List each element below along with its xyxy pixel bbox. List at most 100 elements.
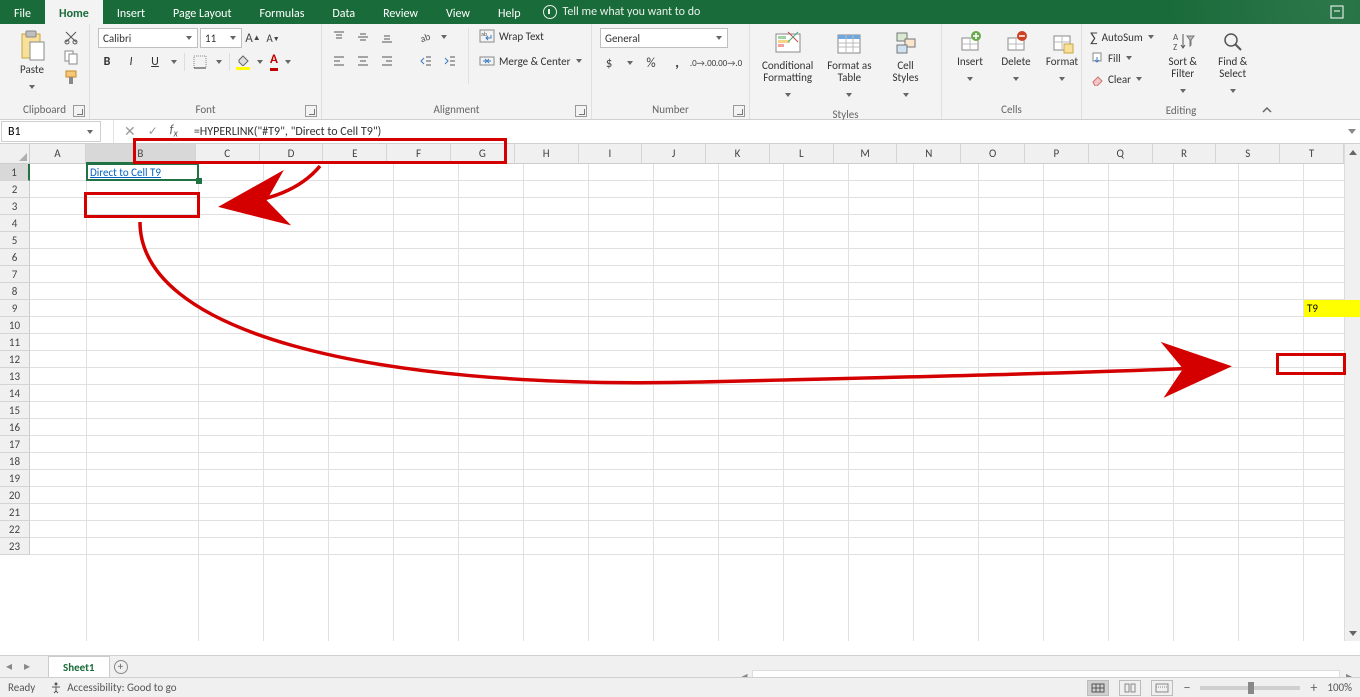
page-layout-view-button[interactable] [1119,680,1141,696]
row-header[interactable]: 20 [0,487,30,504]
row-header[interactable]: 9 [0,300,30,317]
zoom-in-button[interactable]: + [1310,679,1317,696]
new-sheet-button[interactable]: + [110,660,132,674]
font-name-combo[interactable]: Calibri [98,28,198,48]
dialog-launcher[interactable] [733,105,745,117]
chevron-down-icon[interactable] [215,53,223,71]
column-header[interactable]: I [579,144,643,164]
column-header[interactable]: F [387,144,451,164]
column-header[interactable]: N [897,144,961,164]
accounting-format-button[interactable]: $ [600,54,618,72]
tab-review[interactable]: Review [369,0,432,24]
column-header[interactable]: L [770,144,834,164]
ribbon-options-button[interactable] [1314,0,1360,24]
tab-home[interactable]: Home [45,0,103,24]
chevron-down-icon[interactable] [256,53,264,71]
column-header[interactable]: D [260,144,324,164]
cell-t9[interactable]: T9 [1304,300,1360,317]
fill-button[interactable]: Fill [1090,49,1155,67]
expand-formula-bar-button[interactable] [1344,120,1360,143]
cut-button[interactable] [62,28,80,46]
tab-help[interactable]: Help [484,0,535,24]
grow-font-button[interactable]: A▲ [244,29,262,47]
row-header[interactable]: 15 [0,402,30,419]
format-painter-button[interactable] [62,68,80,86]
merge-center-button[interactable]: Merge & Center [479,52,583,70]
chevron-down-icon[interactable] [440,28,448,46]
accessibility-status[interactable]: Accessibility: Good to go [49,681,176,695]
dialog-launcher[interactable] [305,105,317,117]
row-header[interactable]: 10 [0,317,30,334]
zoom-slider[interactable] [1200,686,1300,690]
font-size-combo[interactable]: 11 [200,28,242,48]
row-header[interactable]: 14 [0,385,30,402]
format-as-table-button[interactable]: Format as Table [823,28,875,106]
autosum-button[interactable]: ∑AutoSum [1090,28,1155,46]
insert-function-button[interactable]: fx [170,123,178,139]
tab-data[interactable]: Data [318,0,369,24]
row-header[interactable]: 19 [0,470,30,487]
scroll-down-button[interactable] [1345,625,1360,641]
dialog-launcher[interactable] [575,105,587,117]
format-cells-button[interactable]: Format [1042,28,1082,90]
delete-cells-button[interactable]: Delete [996,28,1036,90]
row-header[interactable]: 7 [0,266,30,283]
dialog-launcher[interactable] [73,105,85,117]
row-header[interactable]: 18 [0,453,30,470]
align-middle-button[interactable] [354,28,372,46]
normal-view-button[interactable] [1087,680,1109,696]
align-center-button[interactable] [354,52,372,70]
chevron-down-icon[interactable] [284,53,292,71]
row-header[interactable]: 16 [0,419,30,436]
font-color-button[interactable]: A [270,52,278,71]
align-right-button[interactable] [378,52,396,70]
tell-me[interactable]: Tell me what you want to do [543,0,701,24]
column-header[interactable]: G [451,144,515,164]
column-header[interactable]: P [1025,144,1089,164]
row-header[interactable]: 3 [0,198,30,215]
align-bottom-button[interactable] [378,28,396,46]
orientation-button[interactable]: ab [416,28,434,46]
cell-b1[interactable]: Direct to Cell T9 [87,164,199,181]
zoom-level[interactable]: 100% [1327,681,1352,694]
column-header[interactable]: S [1216,144,1280,164]
tab-file[interactable]: File [0,0,45,24]
borders-button[interactable] [191,53,209,71]
sort-filter-button[interactable]: AZ Sort & Filter [1161,28,1205,102]
row-header[interactable]: 12 [0,351,30,368]
copy-button[interactable] [62,48,80,66]
column-header[interactable]: A [30,144,86,164]
page-break-view-button[interactable] [1151,680,1173,696]
cell-styles-button[interactable]: Cell Styles [882,28,930,106]
column-header[interactable]: M [834,144,898,164]
column-header[interactable]: E [323,144,387,164]
scroll-up-button[interactable] [1345,144,1360,160]
fill-color-button[interactable] [236,54,250,70]
bold-button[interactable]: B [98,53,116,71]
enter-formula-button[interactable]: ✓ [148,124,158,139]
row-header[interactable]: 13 [0,368,30,385]
align-left-button[interactable] [330,52,348,70]
column-header[interactable]: Q [1089,144,1153,164]
row-header[interactable]: 21 [0,504,30,521]
row-header[interactable]: 23 [0,538,30,555]
clear-button[interactable]: Clear [1090,70,1155,88]
tab-insert[interactable]: Insert [103,0,159,24]
row-header[interactable]: 8 [0,283,30,300]
insert-cells-button[interactable]: Insert [950,28,990,90]
row-header[interactable]: 1 [0,164,30,181]
percent-button[interactable]: % [642,54,660,72]
tab-formulas[interactable]: Formulas [245,0,318,24]
sheet-tab-sheet1[interactable]: Sheet1 [48,656,110,678]
vertical-scrollbar[interactable] [1344,144,1360,641]
italic-button[interactable]: I [122,53,140,71]
sheet-nav-first[interactable]: ◂ [0,659,18,674]
paste-button[interactable]: Paste [8,28,56,98]
column-header[interactable]: O [961,144,1025,164]
decrease-decimal-button[interactable]: .00→.0 [720,54,738,72]
shrink-font-button[interactable]: A▼ [264,29,282,47]
wrap-text-button[interactable]: ab Wrap Text [479,28,583,44]
column-header[interactable]: H [515,144,579,164]
conditional-formatting-button[interactable]: Conditional Formatting [758,28,817,106]
comma-button[interactable]: , [668,54,686,72]
